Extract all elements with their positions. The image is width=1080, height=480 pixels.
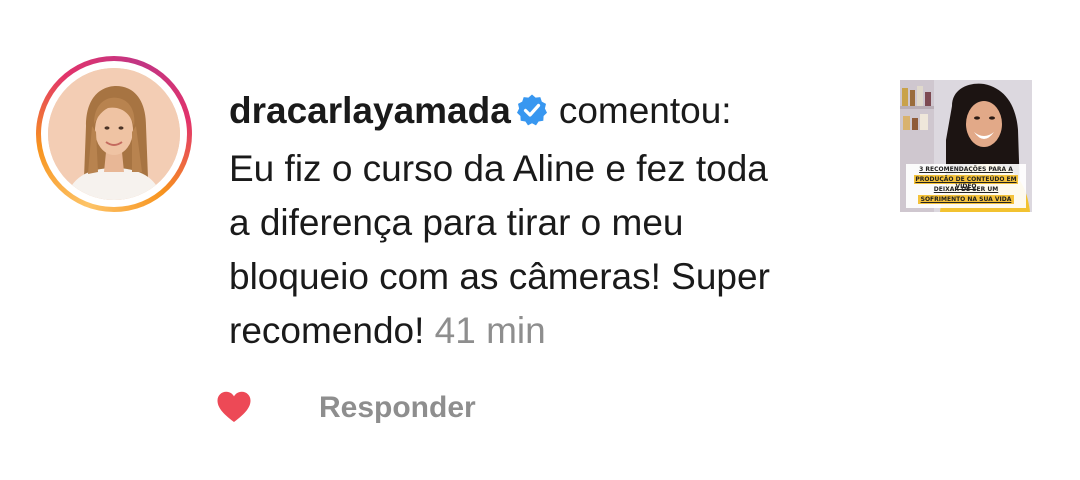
heart-icon[interactable]: [216, 390, 252, 429]
username-link[interactable]: dracarlayamada: [229, 90, 511, 131]
timestamp: 41 min: [434, 310, 546, 351]
thumbnail-caption: 3 RECOMENDAÇÕES PARA A: [919, 166, 1013, 173]
comment-line: Eu fiz o curso da Aline e fez toda: [229, 148, 768, 189]
avatar-image: [48, 68, 180, 200]
comment-line: bloqueio com as câmeras! Super: [229, 256, 770, 297]
comment-header: dracarlayamada comentou:: [229, 84, 869, 142]
comment-line: a diferença para tirar o meu: [229, 202, 684, 243]
action-text: comentou:: [558, 90, 732, 131]
comment-last-line: recomendo! 41 min: [229, 304, 869, 358]
avatar[interactable]: [48, 68, 180, 200]
post-thumbnail[interactable]: 3 RECOMENDAÇÕES PARA A PRODUÇÃO DE CONTE…: [900, 80, 1032, 212]
thumbnail-caption: DEIXAR DE SER UM: [933, 186, 999, 193]
comment-line: recomendo!: [229, 310, 425, 351]
verified-badge-icon: [515, 88, 549, 142]
story-ring[interactable]: [36, 56, 192, 212]
comment-body: dracarlayamada comentou: Eu fiz o curso …: [229, 84, 869, 358]
comment-notification: dracarlayamada comentou: Eu fiz o curso …: [0, 0, 1080, 480]
reply-button[interactable]: Responder: [319, 388, 476, 428]
thumbnail-caption: SOFRIMENTO NA SUA VIDA: [920, 196, 1012, 203]
